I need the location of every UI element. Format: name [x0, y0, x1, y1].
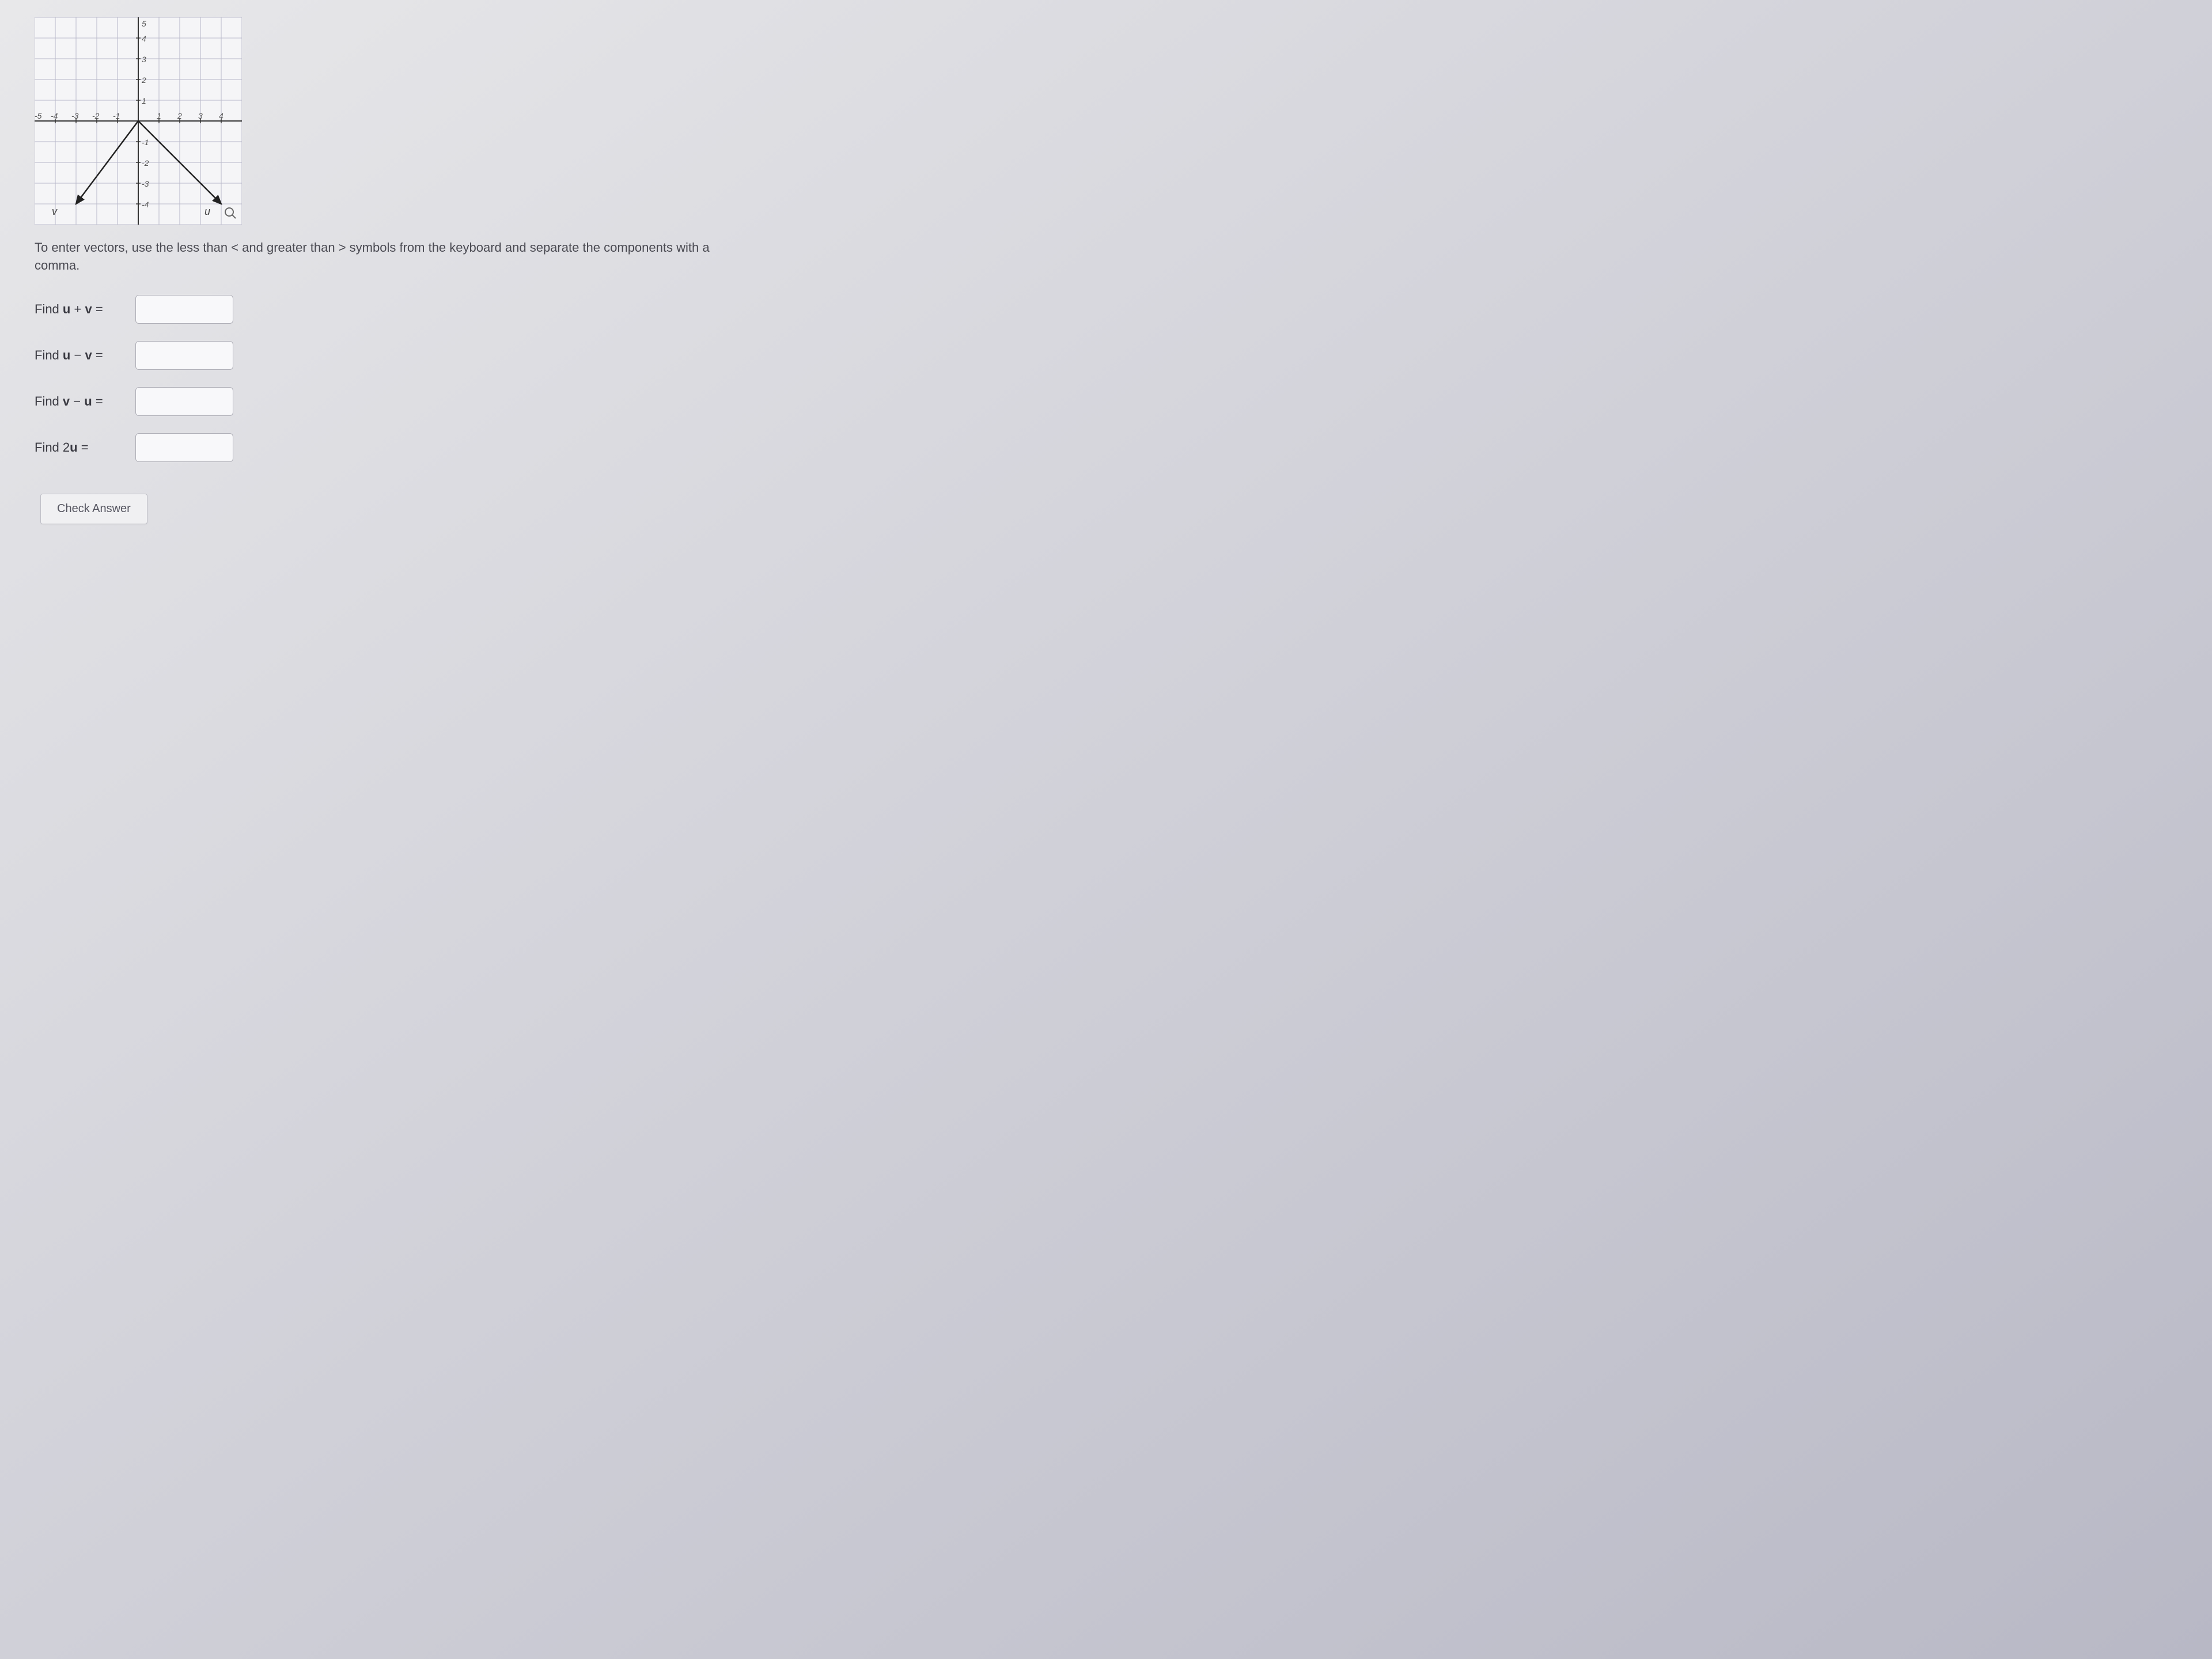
label-v-minus-u: Find v − u =: [35, 394, 127, 409]
x-tick-4: 4: [219, 111, 224, 120]
input-u-plus-v[interactable]: [135, 295, 233, 324]
x-tick-1: 1: [157, 111, 161, 120]
x-tick-n2: -2: [92, 111, 100, 120]
zoom-icon[interactable]: [224, 206, 237, 220]
x-tick-n3: -3: [71, 111, 79, 120]
graph-svg: -5 -4 -3 -2 -1 1 2 3 4 5 4 3 2 1 -1 -2 -…: [35, 17, 242, 225]
y-tick-5: 5: [142, 19, 146, 28]
vector-u-label: u: [204, 206, 210, 218]
label-2u: Find 2u =: [35, 440, 127, 455]
question-v-minus-u: Find v − u =: [23, 387, 714, 416]
check-answer-button[interactable]: Check Answer: [40, 494, 147, 524]
y-tick-4: 4: [142, 34, 146, 43]
y-tick-n3: -3: [142, 179, 149, 188]
x-tick-2: 2: [177, 111, 182, 120]
input-v-minus-u[interactable]: [135, 387, 233, 416]
label-u-plus-v: Find u + v =: [35, 302, 127, 317]
x-tick-n1: -1: [113, 111, 120, 120]
input-u-minus-v[interactable]: [135, 341, 233, 370]
y-tick-1: 1: [142, 96, 146, 105]
x-tick-n4: -4: [51, 111, 58, 120]
instructions-text: To enter vectors, use the less than < an…: [23, 239, 714, 275]
y-tick-n2: -2: [142, 158, 149, 168]
vector-graph: -5 -4 -3 -2 -1 1 2 3 4 5 4 3 2 1 -1 -2 -…: [35, 17, 242, 225]
y-tick-3: 3: [142, 55, 146, 64]
input-2u[interactable]: [135, 433, 233, 462]
label-u-minus-v: Find u − v =: [35, 348, 127, 363]
y-tick-2: 2: [141, 75, 146, 85]
x-tick-n5: -5: [35, 111, 42, 120]
y-tick-n1: -1: [142, 138, 149, 147]
vector-v-label: v: [52, 206, 57, 218]
x-tick-3: 3: [198, 111, 203, 120]
question-u-plus-v: Find u + v =: [23, 295, 714, 324]
question-2u: Find 2u =: [23, 433, 714, 462]
y-tick-n4: -4: [142, 200, 149, 209]
question-u-minus-v: Find u − v =: [23, 341, 714, 370]
